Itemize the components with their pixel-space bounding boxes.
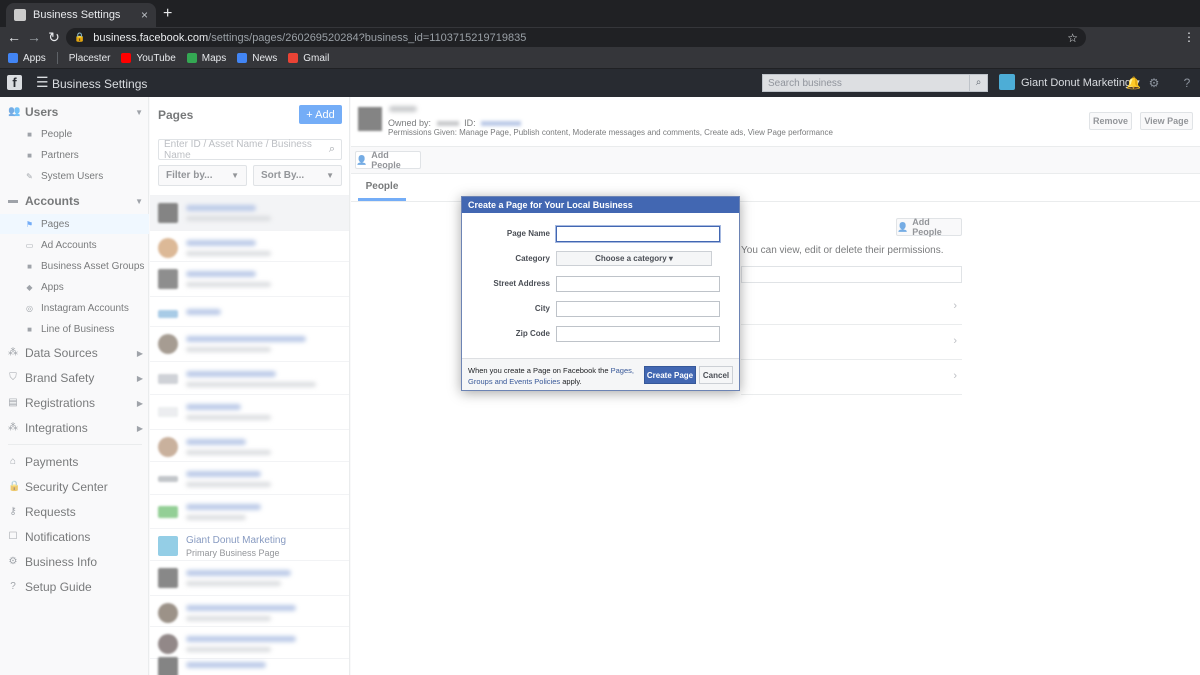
url-host: business.facebook.com (93, 31, 209, 44)
bookmark-separator (56, 52, 58, 64)
maps-icon (186, 53, 197, 63)
app-title: Business Settings (52, 77, 148, 91)
tab-favicon-icon (14, 9, 26, 21)
tab-title: Business Settings (33, 9, 121, 21)
url-field[interactable]: 🔒 business.facebook.com /settings/pages/… (66, 28, 1086, 47)
forward-arrow-icon[interactable]: → (24, 29, 44, 45)
url-path: /settings/pages/260269520284?business_id… (208, 31, 527, 44)
news-icon (237, 53, 248, 63)
account-switcher[interactable]: Giant Donut Marketing ▾ (999, 74, 1140, 90)
youtube-icon (121, 53, 132, 63)
page-name-input[interactable] (556, 226, 720, 242)
browser-tab[interactable]: Business Settings × (6, 3, 156, 27)
street-label: Street Address (493, 279, 550, 288)
account-name: Giant Donut Marketing ▾ (1021, 76, 1140, 89)
bell-icon[interactable]: 🔔 (1126, 76, 1141, 90)
policy-note: When you create a Page on Facebook the P… (468, 366, 634, 386)
address-bar-row: ← → ↻ 🔒 business.facebook.com /settings/… (0, 27, 1200, 70)
street-row: Street Address (462, 276, 739, 292)
bookmark-gmail[interactable]: Gmail (288, 53, 329, 64)
search-business-input[interactable]: Search business ⌕ (762, 74, 988, 92)
page-name-row: Page Name (462, 226, 739, 242)
back-arrow-icon[interactable]: ← (4, 29, 24, 45)
create-page-dialog: Create a Page for Your Local Business Pa… (461, 196, 740, 391)
business-avatar (999, 74, 1015, 90)
reload-icon[interactable]: ↻ (44, 29, 64, 46)
gmail-icon (288, 53, 299, 63)
category-select[interactable]: Choose a category ▾ (556, 251, 712, 266)
category-row: Category Choose a category ▾ (462, 251, 739, 267)
dialog-title: Create a Page for Your Local Business (462, 197, 739, 213)
city-input[interactable] (556, 301, 720, 317)
tab-close-icon[interactable]: × (141, 8, 148, 22)
bookmark-placester[interactable]: Placester (69, 53, 111, 64)
bookmark-maps[interactable]: Maps (186, 53, 226, 64)
bookmark-youtube[interactable]: YouTube (121, 53, 176, 64)
bookmark-star-icon[interactable]: ☆ (1067, 31, 1078, 45)
lock-icon: 🔒 (74, 32, 86, 42)
street-address-input[interactable] (556, 276, 720, 292)
apps-grid-icon (8, 53, 18, 63)
cancel-button[interactable]: Cancel (699, 366, 733, 384)
new-tab-icon[interactable]: + (163, 5, 172, 23)
city-label: City (534, 304, 550, 313)
create-page-button[interactable]: Create Page (644, 366, 696, 384)
hamburger-menu-icon[interactable]: ☰ (36, 74, 49, 91)
browser-tab-strip: Business Settings × + (0, 0, 1200, 27)
search-icon[interactable]: ⌕ (969, 75, 987, 91)
bookmark-news[interactable]: News (237, 53, 277, 64)
help-icon[interactable]: ? (1180, 76, 1194, 90)
category-label: Category (515, 254, 550, 263)
zip-row: Zip Code (462, 326, 739, 342)
bookmarks-bar: Apps Placester YouTube Maps News Gmail (0, 48, 1200, 69)
zip-code-input[interactable] (556, 326, 720, 342)
chrome-menu-icon[interactable]: ⋮ (1183, 30, 1195, 44)
city-row: City (462, 301, 739, 317)
dialog-footer: When you create a Page on Facebook the P… (462, 358, 739, 390)
zip-label: Zip Code (515, 329, 550, 338)
page-name-label: Page Name (506, 229, 550, 238)
business-top-bar: f ☰ Business Settings Search business ⌕ … (0, 69, 1200, 97)
bookmark-apps[interactable]: Apps (8, 53, 46, 64)
gear-icon[interactable]: ⚙ (1147, 76, 1161, 90)
facebook-logo-icon[interactable]: f (7, 75, 22, 90)
